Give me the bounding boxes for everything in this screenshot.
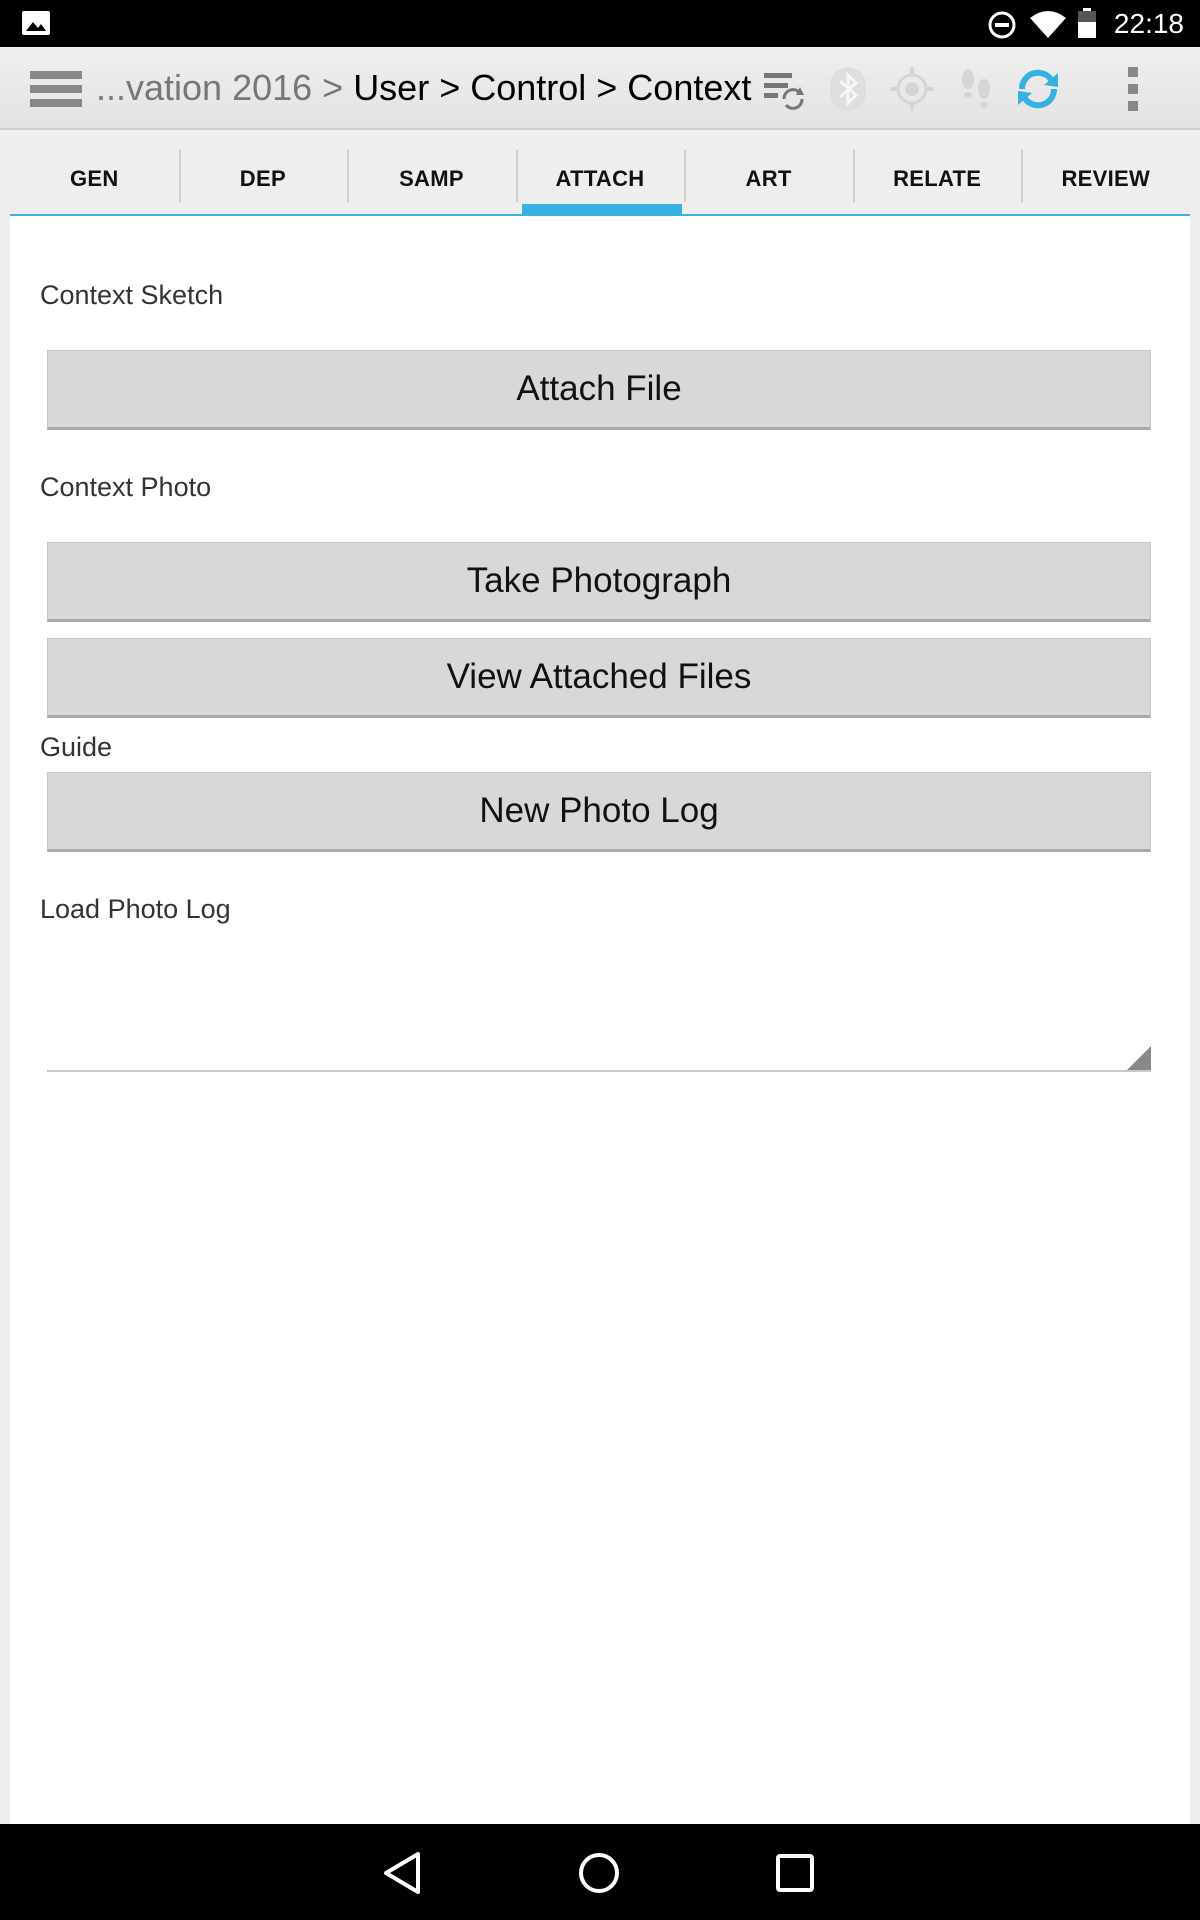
breadcrumb-path: User > Control > Context (353, 67, 752, 108)
refresh-icon[interactable] (1014, 65, 1062, 113)
new-photo-log-button[interactable]: New Photo Log (47, 772, 1151, 852)
tab-art[interactable]: ART (684, 144, 853, 214)
overflow-menu-icon[interactable] (1110, 65, 1158, 113)
do-not-disturb-icon (988, 11, 1016, 39)
tab-samp[interactable]: SAMP (347, 144, 516, 214)
view-attached-files-button[interactable]: View Attached Files (47, 638, 1151, 718)
image-icon (22, 11, 50, 35)
guide-label: Guide (40, 732, 113, 762)
back-icon[interactable] (378, 1848, 428, 1898)
battery-icon (1078, 8, 1096, 38)
tab-gen[interactable]: GEN (10, 144, 179, 214)
tab-relate[interactable]: RELATE (852, 144, 1022, 214)
tab-attach[interactable]: ATTACH (515, 144, 685, 214)
action-bar: ...vation 2016 > User > Control > Contex… (0, 47, 1200, 130)
home-icon[interactable] (574, 1848, 624, 1898)
tab-review[interactable]: REVIEW (1021, 144, 1190, 214)
attach-file-button[interactable]: Attach File (47, 350, 1151, 430)
bluetooth-icon[interactable] (824, 65, 872, 113)
load-photo-log-textarea[interactable] (47, 946, 1151, 1072)
menu-icon[interactable] (30, 69, 82, 109)
navigation-bar (0, 1824, 1200, 1920)
context-photo-label: Context Photo (40, 472, 212, 502)
load-photo-log-label: Load Photo Log (40, 894, 231, 924)
take-photograph-button[interactable]: Take Photograph (47, 542, 1151, 622)
clock: 22:18 (1113, 8, 1184, 39)
gps-icon[interactable] (888, 65, 936, 113)
breadcrumb[interactable]: ...vation 2016 > User > Control > Contex… (96, 67, 751, 109)
resize-handle-icon[interactable] (1127, 1046, 1151, 1070)
status-bar: 22:18 (0, 0, 1200, 47)
tab-bar: GEN DEP SAMP ATTACH ART RELATE REVIEW (10, 144, 1190, 216)
breadcrumb-faded: ...vation 2016 > (96, 67, 354, 108)
tracks-icon[interactable] (952, 65, 1000, 113)
tab-dep[interactable]: DEP (178, 144, 348, 214)
context-sketch-label: Context Sketch (40, 280, 224, 310)
recents-icon[interactable] (770, 1848, 820, 1898)
form-content: Context Sketch Attach File Context Photo… (10, 216, 1190, 1824)
wifi-icon (1030, 11, 1066, 38)
sync-list-icon[interactable] (760, 65, 808, 113)
